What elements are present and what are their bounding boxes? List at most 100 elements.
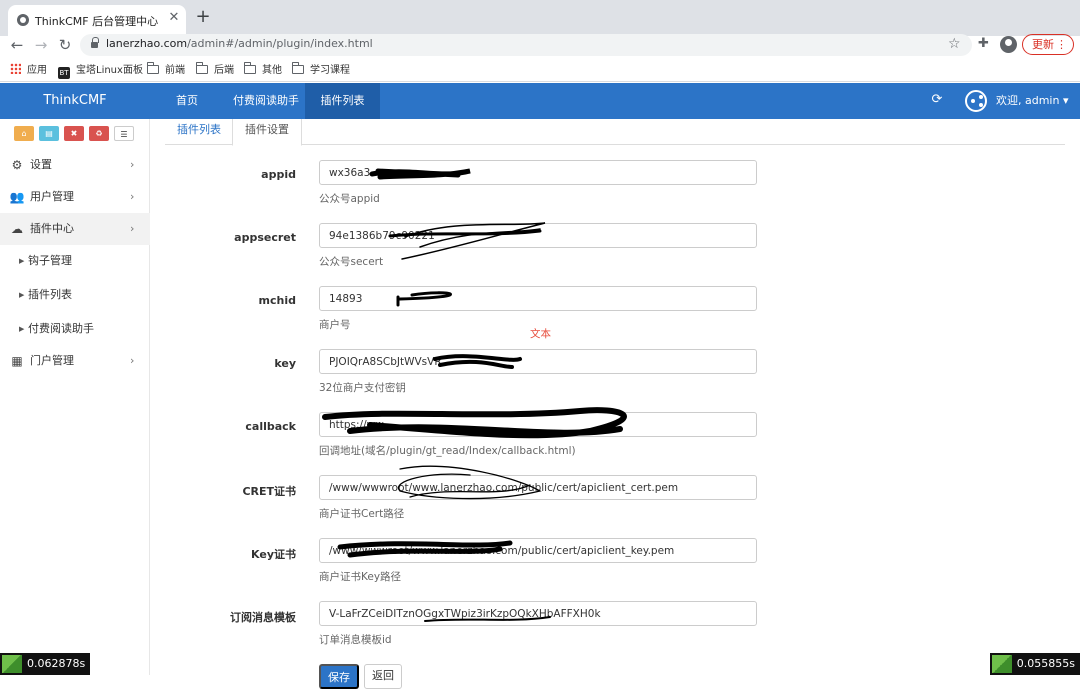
template-label: 订阅消息模板 <box>150 609 296 625</box>
bt-logo-icon: BT <box>58 67 70 79</box>
avatar[interactable] <box>965 90 987 112</box>
home-icon[interactable]: ⌂ <box>14 126 34 141</box>
profile-icon[interactable] <box>1000 36 1017 53</box>
form-row-callback: callback 回调地址(域名/plugin/gt_read/Index/ca… <box>150 412 1080 475</box>
form-row-key: key 32位商户支付密钥 <box>150 349 1080 412</box>
timer-badge-left: 0.062878s <box>0 653 90 675</box>
list-icon[interactable]: ☰ <box>114 126 134 141</box>
save-button[interactable]: 保存 <box>319 664 359 689</box>
leaf-icon <box>2 655 22 673</box>
appid-help: 公众号appid <box>319 191 380 206</box>
tab-plugin-settings[interactable]: 插件设置 <box>232 119 302 146</box>
grid-icon: ▦ <box>9 345 25 377</box>
url-text[interactable]: lanerzhao.com/admin#/admin/plugin/index.… <box>106 37 373 50</box>
key-help: 32位商户支付密钥 <box>319 380 406 395</box>
caret-right-icon: ▶ <box>19 279 24 311</box>
back-button[interactable]: 返回 <box>364 664 402 689</box>
leaf-icon <box>992 655 1012 673</box>
mchid-input[interactable] <box>319 286 757 311</box>
recycle-icon[interactable]: ♻ <box>89 126 109 141</box>
gears-icon: ⚙ <box>9 149 25 181</box>
folder-icon <box>292 65 304 74</box>
form-row-appsecret: appsecret 公众号secert <box>150 223 1080 286</box>
sidebar-subitem-plugin-list[interactable]: ▶ 插件列表 <box>0 279 150 311</box>
bookmark-other[interactable]: 其他 <box>244 63 282 79</box>
form-row-cert: CRET证书 商户证书Cert路径 <box>150 475 1080 538</box>
cert-input[interactable] <box>319 475 757 500</box>
template-help: 订单消息模板id <box>319 632 392 647</box>
new-tab-button[interactable]: + <box>194 8 212 26</box>
tab-plugin-list[interactable]: 插件列表 <box>165 119 233 145</box>
form-row-mchid: mchid 商户号 <box>150 286 1080 349</box>
sidebar-item-portal[interactable]: ▦ 门户管理 › <box>0 345 150 377</box>
callback-help: 回调地址(域名/plugin/gt_read/Index/callback.ht… <box>319 443 576 458</box>
key-cert-input[interactable] <box>319 538 757 563</box>
callback-label: callback <box>150 420 296 433</box>
red-text-note: 文本 <box>530 326 551 341</box>
nav-paid-reading[interactable]: 付费阅读助手 <box>224 83 308 119</box>
extensions-icon[interactable]: ✚ <box>978 36 989 51</box>
callback-input[interactable] <box>319 412 757 437</box>
appsecret-label: appsecret <box>150 231 296 244</box>
sidebar-item-settings[interactable]: ⚙ 设置 › <box>0 149 150 181</box>
timer-badge-right: 0.055855s <box>990 653 1080 675</box>
chevron-right-icon: › <box>130 345 134 377</box>
apps-grid-icon <box>10 63 21 74</box>
app-header: ThinkCMF 首页 付费阅读助手 插件列表 ⟳ 欢迎, admin ▾ <box>0 83 1080 119</box>
users-icon: 👥 <box>9 181 25 213</box>
bookmark-backend[interactable]: 后端 <box>196 63 234 79</box>
chevron-right-icon: › <box>130 149 134 181</box>
bookmark-apps[interactable]: 应用 <box>10 63 47 79</box>
bookmarks-bar: 应用 BT宝塔Linux面板 前端 后端 其他 学习课程 <box>0 60 1080 82</box>
sidebar-subitem-hooks[interactable]: ▶ 钩子管理 <box>0 245 150 277</box>
sidebar-subitem-paid-reading[interactable]: ▶ 付费阅读助手 <box>0 313 150 345</box>
template-input[interactable] <box>319 601 757 626</box>
user-menu[interactable]: 欢迎, admin ▾ <box>996 83 1069 119</box>
nav-home[interactable]: 首页 <box>162 83 212 119</box>
mchid-label: mchid <box>150 294 296 307</box>
folder-icon <box>147 65 159 74</box>
form-row-key-cert: Key证书 商户证书Key路径 <box>150 538 1080 601</box>
reload-icon[interactable]: ↻ <box>56 36 74 54</box>
close-icon[interactable]: ✕ <box>167 11 181 25</box>
bookmark-star-icon[interactable]: ☆ <box>948 36 961 52</box>
key-label: key <box>150 357 296 370</box>
appid-input[interactable] <box>319 160 757 185</box>
browser-tabstrip: ThinkCMF 后台管理中心 ✕ + <box>0 0 1080 36</box>
folder-icon <box>196 65 208 74</box>
forward-arrow-icon[interactable]: → <box>32 36 50 54</box>
brand-logo[interactable]: ThinkCMF <box>0 83 150 119</box>
sidebar-item-users[interactable]: 👥 用户管理 › <box>0 181 150 213</box>
browser-toolbar: ← → ↻ lanerzhao.com/admin#/admin/plugin/… <box>0 36 1080 58</box>
cloud-icon: ☁ <box>9 213 25 245</box>
key-input[interactable] <box>319 349 757 374</box>
tab-title: ThinkCMF 后台管理中心 <box>35 13 158 29</box>
bookmark-frontend[interactable]: 前端 <box>147 63 185 79</box>
form-row-appid: appid 公众号appid <box>150 160 1080 223</box>
browser-tab[interactable]: ThinkCMF 后台管理中心 ✕ <box>8 5 186 36</box>
appsecret-help: 公众号secert <box>319 254 383 269</box>
sidebar: ⌂ ▤ ✖ ♻ ☰ ⚙ 设置 › 👥 用户管理 › ☁ 插件中心 › ▶ 钩子管… <box>0 119 150 675</box>
cert-help: 商户证书Cert路径 <box>319 506 404 521</box>
appsecret-input[interactable] <box>319 223 757 248</box>
update-button[interactable]: 更新⋮ <box>1022 34 1074 55</box>
address-bar[interactable]: lanerzhao.com/admin#/admin/plugin/index.… <box>80 34 972 56</box>
main-content: 插件列表 插件设置 appid 公众号appid appsecret 公众号se… <box>150 119 1080 675</box>
bookmark-courses[interactable]: 学习课程 <box>292 63 350 79</box>
settings-tabs: 插件列表 插件设置 <box>165 119 1065 145</box>
chevron-right-icon: › <box>130 181 134 213</box>
key-cert-help: 商户证书Key路径 <box>319 569 401 584</box>
bookmark-bt-panel[interactable]: BT宝塔Linux面板 <box>58 63 143 79</box>
refresh-icon[interactable]: ⟳ <box>930 93 944 107</box>
mchid-help: 商户号 <box>319 317 351 332</box>
document-icon[interactable]: ▤ <box>39 126 59 141</box>
cert-label: CRET证书 <box>150 483 296 499</box>
back-arrow-icon[interactable]: ← <box>8 36 26 54</box>
caret-right-icon: ▶ <box>19 245 24 277</box>
appid-label: appid <box>150 168 296 181</box>
lock-icon[interactable] <box>91 40 98 49</box>
nav-plugin-list[interactable]: 插件列表 <box>305 83 380 119</box>
trash-icon[interactable]: ✖ <box>64 126 84 141</box>
sidebar-item-plugins[interactable]: ☁ 插件中心 › <box>0 213 150 245</box>
menu-dots-icon[interactable]: ⋮ <box>1056 35 1067 54</box>
